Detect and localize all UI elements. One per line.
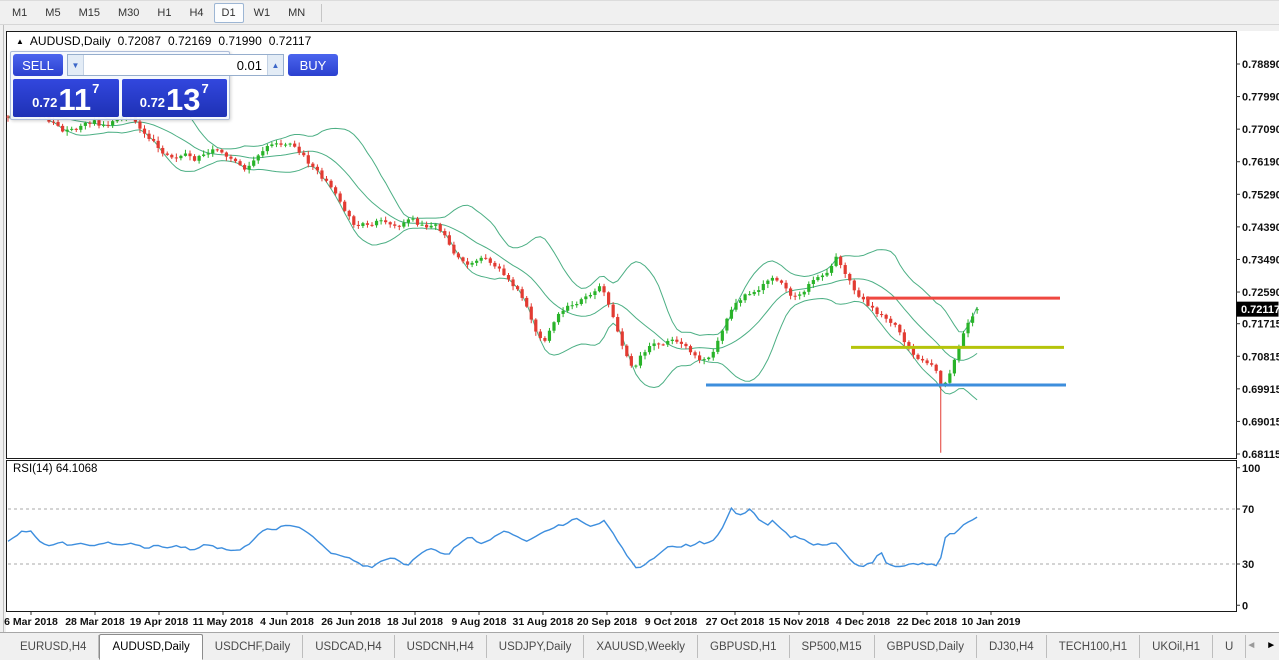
buy-price-prefix: 0.72: [139, 95, 166, 110]
ohlc-close: 0.72117: [268, 34, 312, 48]
date-axis-label: 28 Mar 2018: [65, 616, 125, 628]
tab-usdcnh-h4[interactable]: USDCNH,H4: [395, 635, 487, 658]
timeframe-button-d1[interactable]: D1: [213, 2, 244, 23]
timeframe-button-w1[interactable]: W1: [246, 3, 279, 23]
buy-price-button[interactable]: 0.72 13 7: [121, 79, 227, 117]
sell-price-point: 7: [92, 81, 100, 96]
date-axis-label: 18 Jul 2018: [387, 616, 443, 628]
rsi-axis-label: 0: [1242, 600, 1248, 612]
ohlc-high: 0.72169: [168, 34, 212, 48]
date-axis-label: 19 Apr 2018: [130, 616, 189, 628]
ohlc-open: 0.72087: [117, 34, 161, 48]
date-axis-label: 20 Sep 2018: [577, 616, 637, 628]
tab-usdchf-daily[interactable]: USDCHF,Daily: [203, 635, 304, 658]
price-axis-label: 0.73490: [1242, 254, 1279, 266]
date-axis-label: 4 Dec 2018: [836, 616, 890, 628]
tab-ukoil-h1[interactable]: UKOil,H1: [1140, 635, 1214, 658]
rsi-axis-label: 30: [1242, 559, 1254, 571]
tab-scroll-controls: ◄ ►: [1246, 634, 1279, 657]
buy-price-pips: 13: [166, 82, 201, 117]
price-axis-label: 0.77090: [1242, 124, 1279, 136]
timeframe-button-mn[interactable]: MN: [280, 3, 313, 23]
price-axis-label: 0.68115: [1242, 449, 1279, 461]
price-axis-label: 0.72590: [1242, 287, 1279, 299]
price-axis-label: 0.74390: [1242, 222, 1279, 234]
chart-symbol-label: AUDUSD,Daily: [29, 34, 111, 48]
tab-sp500-m15[interactable]: SP500,M15: [790, 635, 875, 658]
timeframe-button-m15[interactable]: M15: [71, 3, 108, 23]
timeframe-toolbar: M1 M5 M15 M30 H1 H4 D1 W1 MN: [0, 1, 1279, 25]
current-price-label: 0.72117: [1241, 304, 1279, 316]
price-axis-label: 0.77990: [1242, 92, 1279, 104]
sell-price-button[interactable]: 0.72 11 7: [13, 79, 119, 117]
price-axis-label: 0.70815: [1242, 351, 1279, 363]
timeframe-button-m5[interactable]: M5: [37, 3, 68, 23]
date-axis-label: 10 Jan 2019: [962, 616, 1021, 628]
one-click-trading-panel: SELL ▼ ▲ BUY 0.72 11 7 0.72 13 7: [10, 51, 338, 120]
tab-u[interactable]: U: [1213, 635, 1247, 658]
timeframe-button-h4[interactable]: H4: [181, 3, 211, 23]
volume-increase-button[interactable]: ▲: [267, 55, 283, 75]
sell-price-prefix: 0.72: [32, 95, 58, 110]
date-axis-label: 27 Oct 2018: [706, 616, 765, 628]
date-axis-label: 4 Jun 2018: [260, 616, 314, 628]
tab-gbpusd-daily[interactable]: GBPUSD,Daily: [875, 635, 977, 658]
sell-button[interactable]: SELL: [13, 54, 63, 76]
date-axis-label: 15 Nov 2018: [769, 616, 830, 628]
date-axis-label: 26 Jun 2018: [321, 616, 381, 628]
volume-input[interactable]: [84, 55, 267, 75]
price-axis-label: 0.76190: [1242, 157, 1279, 169]
tab-gbpusd-h1[interactable]: GBPUSD,H1: [698, 635, 790, 658]
trading-terminal-window: 0.78890 0.77990 0.77090 0.76190 0.75290 0.743…: [0, 0, 1279, 660]
symbol-marker-icon: ▲: [16, 36, 24, 46]
tabs-scroll-left-icon[interactable]: ◄: [1246, 640, 1256, 651]
date-axis-label: 22 Dec 2018: [897, 616, 957, 628]
price-axis-label: 0.71715: [1242, 319, 1279, 331]
date-axis-label: 31 Aug 2018: [513, 616, 574, 628]
tab-tech100-h1[interactable]: TECH100,H1: [1047, 635, 1141, 658]
sell-price-pips: 11: [58, 82, 92, 117]
ohlc-low: 0.71990: [218, 34, 262, 48]
chart-title: ▲ AUDUSD,Daily 0.72087 0.72169 0.71990 0…: [16, 34, 311, 48]
tab-usdcad-h4[interactable]: USDCAD,H4: [303, 635, 395, 658]
buy-button[interactable]: BUY: [288, 54, 338, 76]
price-axis-label: 0.69015: [1242, 416, 1279, 428]
date-axis-label: 11 May 2018: [193, 616, 254, 628]
tabs-scroll-right-icon[interactable]: ►: [1266, 640, 1276, 651]
symbol-tabbar: EURUSD,H4 AUDUSD,Daily USDCHF,Daily USDCAD,…: [0, 632, 1279, 660]
timeframe-button-m30[interactable]: M30: [110, 3, 147, 23]
volume-decrease-button[interactable]: ▼: [68, 55, 84, 75]
rsi-indicator-label: RSI(14) 64.1068: [13, 463, 98, 475]
timeframe-button-h1[interactable]: H1: [149, 3, 179, 23]
tab-usdjpy-daily[interactable]: USDJPY,Daily: [487, 635, 585, 658]
date-axis-label: 9 Aug 2018: [451, 616, 506, 628]
toolbar-separator: [321, 3, 323, 22]
price-axis-label: 0.78890: [1242, 59, 1279, 71]
date-axis-label: 6 Mar 2018: [4, 616, 58, 628]
tab-dj30-h4[interactable]: DJ30,H4: [977, 635, 1047, 658]
tab-eurusd-h4[interactable]: EURUSD,H4: [8, 635, 100, 658]
tab-xauusd-weekly[interactable]: XAUUSD,Weekly: [584, 635, 699, 658]
price-axis-label: 0.69915: [1242, 384, 1279, 396]
date-axis-label: 9 Oct 2018: [645, 616, 698, 628]
rsi-axis-label: 70: [1242, 504, 1254, 516]
tab-audusd-daily[interactable]: AUDUSD,Daily: [99, 634, 203, 660]
timeframe-button-m1[interactable]: M1: [4, 3, 35, 23]
price-axis-label: 0.75290: [1242, 189, 1279, 201]
rsi-axis-label: 100: [1242, 463, 1260, 475]
buy-price-point: 7: [201, 81, 209, 96]
volume-control: ▼ ▲: [67, 54, 284, 76]
